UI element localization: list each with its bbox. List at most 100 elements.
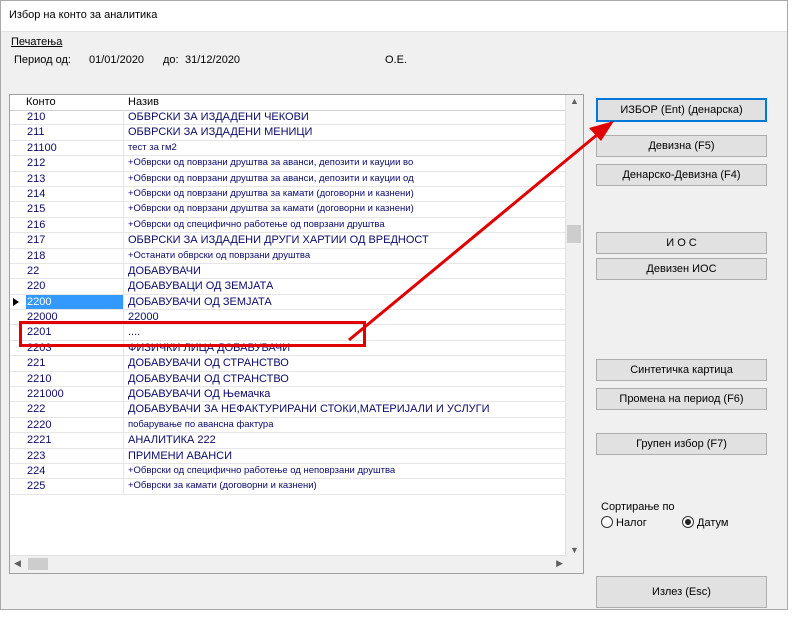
table-row[interactable]: 223 ПРИМЕНИ АВАНСИ (10, 448, 566, 464)
cell-naziv[interactable]: +Обврски од специфично работење од поврз… (128, 218, 564, 232)
cell-konto[interactable]: 221000 (26, 387, 124, 402)
table-row[interactable]: 2220 побарување по авансна фактура (10, 417, 566, 434)
table-row[interactable]: 2200 ДОБАВУВАЧИ ОД ЗЕМЈАТА (10, 294, 566, 311)
cell-konto[interactable]: 212 (26, 156, 124, 171)
cell-konto[interactable]: 224 (26, 463, 124, 479)
devizna-button[interactable]: Девизна (F5) (596, 135, 767, 157)
horizontal-scroll-thumb[interactable] (28, 558, 48, 570)
table-row[interactable]: 2221 АНАЛИТИКА 222 (10, 433, 566, 449)
table-row[interactable]: 217 ОБВРСКИ ЗА ИЗДАДЕНИ ДРУГИ ХАРТИИ ОД В… (10, 233, 566, 249)
cell-konto[interactable]: 221 (26, 356, 124, 371)
sort-nalog-radio[interactable]: Налог (601, 516, 647, 529)
table-row[interactable]: 215 +Обврски од поврзани друштва за камат… (10, 202, 566, 218)
cell-naziv[interactable]: ДОБАВУВАЦИ ОД ЗЕМЈАТА (128, 279, 564, 293)
cell-konto[interactable]: 210 (26, 110, 124, 125)
cell-naziv[interactable]: +Обврски од поврзани друштва за камати (… (128, 202, 564, 216)
cell-naziv[interactable]: ДОБАВУВАЧИ ОД ЗЕМЈАТА (128, 295, 564, 309)
table-row[interactable]: 21100 тест за гм2 (10, 140, 566, 157)
izbor-button[interactable]: ИЗБОР (Ent) (денарска) (596, 98, 767, 122)
column-header-naziv[interactable]: Назив (128, 96, 159, 108)
cell-konto[interactable]: 217 (26, 233, 124, 248)
account-grid[interactable]: Конто Назив 210 ОБВРСКИ ЗА ИЗДАДЕНИ ЧЕКОВ… (9, 94, 584, 574)
sinteticka-kartica-button[interactable]: Синтетичка картица (596, 359, 767, 381)
table-row[interactable]: 222 ДОБАВУВАЧИ ЗА НЕФАКТУРИРАНИ СТОКИ,МАТ… (10, 402, 566, 418)
table-row[interactable]: 216 +Обврски од специфично работење од по… (10, 217, 566, 234)
cell-naziv[interactable]: ДОБАВУВАЧИ ЗА НЕФАКТУРИРАНИ СТОКИ,МАТЕРИ… (128, 402, 564, 416)
cell-konto[interactable]: 222 (26, 402, 124, 417)
table-row[interactable]: 221 ДОБАВУВАЧИ ОД СТРАНСТВО (10, 356, 566, 372)
ios-button[interactable]: И О С (596, 232, 767, 254)
cell-naziv[interactable]: ДОБАВУВАЧИ ОД СТРАНСТВО (128, 356, 564, 370)
cell-konto[interactable]: 220 (26, 279, 124, 294)
denarsko-devizna-button[interactable]: Денарско-Девизна (F4) (596, 164, 767, 186)
cell-naziv[interactable]: +Обврски за камати (договорни и казнени) (128, 479, 564, 493)
cell-konto[interactable]: 21100 (26, 140, 124, 156)
cell-konto[interactable]: 22 (26, 263, 124, 279)
cell-konto[interactable]: 213 (26, 171, 124, 186)
cell-naziv[interactable]: +Обврски од специфично работење од непов… (128, 464, 564, 478)
table-row[interactable]: 225 +Обврски за камати (договорни и казне… (10, 479, 566, 495)
cell-naziv[interactable]: АНАЛИТИКА 222 (128, 433, 564, 447)
cell-naziv[interactable]: ФИЗИЧКИ ЛИЦА ДОБАВУВАЧИ (128, 341, 564, 355)
cell-naziv[interactable]: тест за гм2 (128, 141, 564, 155)
cell-naziv[interactable]: ДОБАВУВАЧИ (128, 264, 564, 278)
menu-print[interactable]: Печатења (11, 36, 62, 48)
table-row[interactable]: 224 +Обврски од специфично работење од не… (10, 463, 566, 480)
table-row[interactable]: 210 ОБВРСКИ ЗА ИЗДАДЕНИ ЧЕКОВИ (10, 110, 566, 126)
scroll-down-icon[interactable]: ▼ (570, 545, 579, 555)
cell-naziv[interactable]: 22000 (128, 310, 564, 324)
cell-konto[interactable]: 2221 (26, 433, 124, 448)
cell-konto[interactable]: 22000 (26, 310, 124, 325)
cell-naziv[interactable]: ПРИМЕНИ АВАНСИ (128, 449, 564, 463)
column-header-konto[interactable]: Конто (26, 96, 56, 108)
promena-period-button[interactable]: Промена на период (F6) (596, 388, 767, 410)
table-row[interactable]: 221000 ДОБАВУВАЧИ ОД Њемачка (10, 387, 566, 403)
table-row[interactable]: 22 ДОБАВУВАЧИ (10, 263, 566, 280)
cell-konto[interactable]: 216 (26, 217, 124, 233)
table-row[interactable]: 218 +Останати обврски од поврзани друштва (10, 248, 566, 264)
table-row[interactable]: 220 ДОБАВУВАЦИ ОД ЗЕМЈАТА (10, 279, 566, 295)
scroll-up-icon[interactable]: ▲ (570, 96, 579, 106)
cell-konto[interactable]: 211 (26, 125, 124, 140)
cell-naziv[interactable]: побарување по авансна фактура (128, 418, 564, 432)
window-title: Избор на конто за аналитика (9, 9, 158, 21)
grupen-izbor-button[interactable]: Групен избор (F7) (596, 433, 767, 455)
cell-konto[interactable]: 2201 (26, 325, 124, 340)
cell-konto[interactable]: 2203 (26, 340, 124, 356)
vertical-scrollbar[interactable]: ▲ ▼ (565, 95, 583, 557)
cell-konto[interactable]: 218 (26, 248, 124, 263)
izlez-button[interactable]: Излез (Esc) (596, 576, 767, 608)
cell-konto[interactable]: 225 (26, 479, 124, 494)
cell-naziv[interactable]: .... (128, 325, 564, 339)
table-row[interactable]: 2210 ДОБАВУВАЧИ ОД СТРАНСТВО (10, 371, 566, 388)
cell-naziv[interactable]: ОБВРСКИ ЗА ИЗДАДЕНИ ЧЕКОВИ (128, 110, 564, 124)
table-row[interactable]: 22000 22000 (10, 310, 566, 326)
cell-konto[interactable]: 214 (26, 186, 124, 202)
table-row[interactable]: 2203 ФИЗИЧКИ ЛИЦА ДОБАВУВАЧИ (10, 340, 566, 357)
sort-datum-radio[interactable]: Датум (682, 516, 728, 529)
cell-naziv[interactable]: ДОБАВУВАЧИ ОД СТРАНСТВО (128, 372, 564, 386)
row-indicator (10, 402, 23, 416)
cell-konto[interactable]: 2210 (26, 371, 124, 387)
table-row[interactable]: 211 ОБВРСКИ ЗА ИЗДАДЕНИ МЕНИЦИ (10, 125, 566, 141)
table-row[interactable]: 2201.... (10, 325, 566, 341)
devizen-ios-button[interactable]: Девизен ИОС (596, 258, 767, 280)
cell-naziv[interactable]: +Обврски од поврзани друштва за камати (… (128, 187, 564, 201)
scroll-left-icon[interactable]: ◀ (14, 558, 21, 569)
cell-konto[interactable]: 2220 (26, 417, 124, 433)
cell-naziv[interactable]: +Обврски од поврзани друштва за аванси, … (128, 156, 564, 170)
cell-naziv[interactable]: ОБВРСКИ ЗА ИЗДАДЕНИ ДРУГИ ХАРТИИ ОД ВРЕД… (128, 233, 564, 247)
table-row[interactable]: 213 +Обврски од поврзани друштва за аванс… (10, 171, 566, 187)
cell-naziv[interactable]: ДОБАВУВАЧИ ОД Њемачка (128, 387, 564, 401)
scroll-right-icon[interactable]: ▶ (556, 558, 563, 569)
cell-naziv[interactable]: +Останати обврски од поврзани друштва (128, 249, 564, 263)
table-row[interactable]: 212 +Обврски од поврзани друштва за аванс… (10, 156, 566, 172)
vertical-scroll-thumb[interactable] (567, 225, 581, 243)
horizontal-scrollbar[interactable]: ◀ ▶ (10, 555, 567, 573)
cell-konto[interactable]: 215 (26, 202, 124, 217)
cell-konto[interactable]: 2200 (26, 294, 124, 310)
table-row[interactable]: 214 +Обврски од поврзани друштва за камат… (10, 186, 566, 203)
cell-naziv[interactable]: +Обврски од поврзани друштва за аванси, … (128, 172, 564, 186)
cell-naziv[interactable]: ОБВРСКИ ЗА ИЗДАДЕНИ МЕНИЦИ (128, 125, 564, 139)
cell-konto[interactable]: 223 (26, 448, 124, 463)
